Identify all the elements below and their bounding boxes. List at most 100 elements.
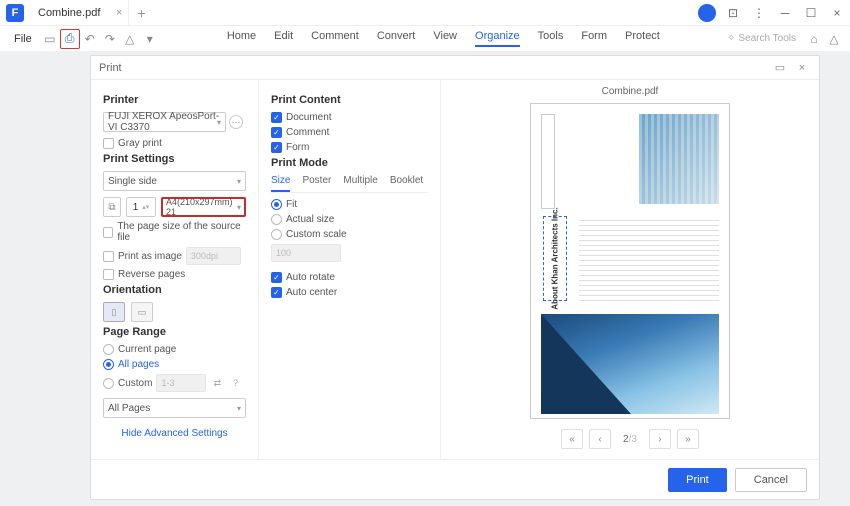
printer-info-icon[interactable]: ⋯ <box>229 115 243 129</box>
auto-rotate-label: Auto rotate <box>286 272 335 283</box>
ql-undo-icon[interactable]: ↶ <box>80 29 100 49</box>
page-subset-select[interactable]: All Pages ▾ <box>103 398 246 418</box>
all-pages-radio[interactable] <box>103 359 114 370</box>
cancel-button[interactable]: Cancel <box>735 468 807 492</box>
content-comment-label: Comment <box>286 127 329 138</box>
pager-next-button[interactable]: › <box>649 429 671 449</box>
auto-center-label: Auto center <box>286 287 337 298</box>
hide-advanced-link[interactable]: Hide Advanced Settings <box>103 428 246 439</box>
ql-open-icon[interactable]: ▭ <box>40 29 60 49</box>
tab-tools[interactable]: Tools <box>538 30 564 47</box>
printer-heading: Printer <box>103 94 246 106</box>
maximize-button[interactable]: ☐ <box>799 1 823 25</box>
tab-comment[interactable]: Comment <box>311 30 359 47</box>
help-icon[interactable]: △ <box>824 29 844 49</box>
page-range-heading: Page Range <box>103 326 246 338</box>
user-avatar[interactable] <box>698 4 716 22</box>
pager-last-button[interactable]: » <box>677 429 699 449</box>
fit-radio[interactable] <box>271 199 282 210</box>
ql-print-icon[interactable]: ⎙ <box>60 29 80 49</box>
source-size-label: The page size of the source file <box>117 221 246 243</box>
print-preview-panel: Combine.pdf About Khan Architects Inc. «… <box>441 80 819 459</box>
new-tab-button[interactable]: + <box>137 5 145 21</box>
chevron-down-icon: ▾ <box>237 404 241 413</box>
wand-icon: ✧ <box>727 33 735 44</box>
workspace: Print ▭ × Printer FUJI XEROX ApeosPort-V… <box>0 52 850 506</box>
sides-select[interactable]: Single side ▾ <box>103 171 246 191</box>
preview-building-image-1 <box>639 114 719 204</box>
notify-icon[interactable]: ⊡ <box>721 1 745 25</box>
orientation-portrait[interactable]: ▯ <box>103 302 125 322</box>
minimize-button[interactable]: ─ <box>773 1 797 25</box>
current-page-radio[interactable] <box>103 344 114 355</box>
orientation-landscape[interactable]: ▭ <box>131 302 153 322</box>
auto-rotate-checkbox[interactable]: ✓ <box>271 272 282 283</box>
dialog-close-icon[interactable]: × <box>793 59 811 77</box>
tab-organize[interactable]: Organize <box>475 30 520 47</box>
preview-annotation-box[interactable]: About Khan Architects Inc. <box>543 216 567 301</box>
custom-scale-radio[interactable] <box>271 229 282 240</box>
preview-annotation-text: About Khan Architects Inc. <box>551 207 560 309</box>
print-middle-panel: Print Content ✓Document ✓Comment ✓Form P… <box>259 80 441 459</box>
titlebar: F Combine.pdf × + ⊡ ⋮ ─ ☐ × <box>0 0 850 26</box>
range-shuffle-icon[interactable]: ⇄ <box>210 376 224 390</box>
content-form-checkbox[interactable]: ✓ <box>271 142 282 153</box>
tab-edit[interactable]: Edit <box>274 30 293 47</box>
tab-form[interactable]: Form <box>581 30 607 47</box>
print-as-image-checkbox[interactable] <box>103 251 114 262</box>
printer-value: FUJI XEROX ApeosPort-VI C3370 <box>108 111 221 133</box>
preview-body-text <box>579 216 719 301</box>
source-size-checkbox[interactable] <box>103 227 113 238</box>
content-document-label: Document <box>286 112 332 123</box>
custom-range-radio[interactable] <box>103 378 114 389</box>
ql-more-icon[interactable]: ▾ <box>140 29 160 49</box>
chevron-down-icon: ▾ <box>217 118 221 127</box>
print-as-image-label: Print as image <box>118 251 182 262</box>
tab-protect[interactable]: Protect <box>625 30 660 47</box>
print-button[interactable]: Print <box>668 468 727 492</box>
pager-page-indicator: 2/3 <box>617 434 643 445</box>
print-mode-tabs: Size Poster Multiple Booklet <box>271 175 428 193</box>
content-document-checkbox[interactable]: ✓ <box>271 112 282 123</box>
reverse-pages-checkbox[interactable] <box>103 269 114 280</box>
search-placeholder: Search Tools <box>738 33 796 44</box>
paper-size-select[interactable]: A4(210x297mm) 21 ▾ <box>161 197 246 217</box>
mode-size-tab[interactable]: Size <box>271 175 290 192</box>
cloud-icon[interactable]: ⌂ <box>804 29 824 49</box>
gray-print-label: Gray print <box>118 138 162 149</box>
print-dialog: Print ▭ × Printer FUJI XEROX ApeosPort-V… <box>90 55 820 500</box>
pager-first-button[interactable]: « <box>561 429 583 449</box>
document-tab[interactable]: Combine.pdf × <box>30 0 129 25</box>
file-menu[interactable]: File <box>6 33 40 45</box>
gray-print-checkbox[interactable] <box>103 138 114 149</box>
custom-range-input: 1-3 <box>156 374 206 392</box>
tab-view[interactable]: View <box>433 30 457 47</box>
copies-input[interactable]: 1▴▾ <box>126 197 156 217</box>
ribbon: File ▭ ⎙ ↶ ↷ △ ▾ Home Edit Comment Conve… <box>0 26 850 52</box>
print-content-heading: Print Content <box>271 94 428 106</box>
ql-share-icon[interactable]: △ <box>120 29 140 49</box>
mode-multiple-tab[interactable]: Multiple <box>343 175 377 192</box>
range-help-icon[interactable]: ? <box>228 376 242 390</box>
collate-icon[interactable]: ⧉ <box>103 197 121 217</box>
all-pages-label: All pages <box>118 359 159 370</box>
printer-select[interactable]: FUJI XEROX ApeosPort-VI C3370 ▾ ⋯ <box>103 112 226 132</box>
auto-center-checkbox[interactable]: ✓ <box>271 287 282 298</box>
close-window-button[interactable]: × <box>825 1 849 25</box>
subset-value: All Pages <box>108 403 150 414</box>
custom-range-label: Custom <box>118 378 152 389</box>
mode-poster-tab[interactable]: Poster <box>302 175 331 192</box>
close-tab-icon[interactable]: × <box>116 7 122 19</box>
mode-booklet-tab[interactable]: Booklet <box>390 175 423 192</box>
dialog-max-icon[interactable]: ▭ <box>771 59 789 77</box>
dialog-title: Print <box>99 62 122 74</box>
content-comment-checkbox[interactable]: ✓ <box>271 127 282 138</box>
kebab-menu-icon[interactable]: ⋮ <box>747 1 771 25</box>
search-tools[interactable]: ✧ Search Tools <box>727 33 796 44</box>
pager-prev-button[interactable]: ‹ <box>589 429 611 449</box>
actual-size-radio[interactable] <box>271 214 282 225</box>
ql-redo-icon[interactable]: ↷ <box>100 29 120 49</box>
tab-convert[interactable]: Convert <box>377 30 416 47</box>
tab-home[interactable]: Home <box>227 30 256 47</box>
print-settings-heading: Print Settings <box>103 153 246 165</box>
